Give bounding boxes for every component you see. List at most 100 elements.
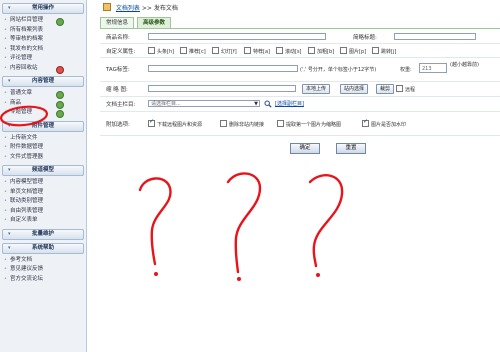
sidebar-item[interactable]: • 自定义表单 [0, 216, 86, 226]
attr-slide[interactable]: 幻灯[f] [212, 47, 237, 55]
remote-option[interactable]: 远程 [396, 85, 415, 93]
sidebar-item[interactable]: • 内容回收站 [0, 64, 86, 74]
sidebar-item[interactable]: • 单页文档管理 [0, 188, 86, 198]
bullet-icon: • [4, 198, 7, 204]
bullet-icon: • [4, 188, 7, 195]
breadcrumb-separator: >> [141, 5, 152, 12]
reset-button[interactable]: 重置 [336, 143, 366, 154]
sidebar-item[interactable]: • 官方交流论坛 [0, 275, 86, 285]
sidebar-item[interactable]: • 专题管理 [0, 108, 86, 118]
sidebar-item[interactable]: • 上传新文件 [0, 134, 86, 144]
sidebar-section-header[interactable]: ▾ 批量维护 [2, 228, 84, 240]
extra-download-remote-checkbox[interactable] [148, 118, 155, 127]
trash-badge-icon[interactable] [56, 65, 64, 74]
attributes-label: 自定义属性: [106, 49, 136, 55]
sidebar-item-label: 评论管理 [10, 55, 33, 61]
sidebar-item[interactable]: • 意见建议反馈 [0, 265, 86, 275]
site-select-button[interactable]: 站内选择 [340, 84, 369, 94]
sidebar-section-title: 系统帮助 [31, 244, 54, 251]
sidebar-item-label: 文件式管理器 [10, 153, 44, 160]
bullet-icon: • [4, 153, 7, 160]
attr-recommend-checkbox[interactable] [180, 47, 187, 54]
sidebar-item[interactable]: • 商品 [0, 99, 86, 109]
thumbnail-input[interactable] [148, 85, 296, 92]
attr-scroll[interactable]: 滚动[s] [276, 47, 302, 55]
sidebar-item-label: 自由列表管理 [10, 207, 44, 214]
attr-image[interactable]: 图片[p] [340, 47, 366, 55]
sidebar-item-label: 单页文档管理 [10, 188, 44, 195]
sidebar-item[interactable]: • 参考文档 [0, 256, 86, 266]
extra-remove-links-checkbox[interactable] [220, 120, 227, 127]
sidebar-item[interactable]: • 所有档案列表 [0, 26, 86, 36]
bullet-icon: • [4, 207, 7, 214]
form-row-tags: TAG标签: (',' 号分开，单个标签小于12字节) 权重: 213 (越小越… [100, 57, 500, 82]
sidebar-item[interactable]: • 等审核的档案 [0, 35, 86, 45]
sidebar-item[interactable]: • 内容模型管理 [0, 178, 86, 188]
form-row-category: 文档主栏目: 请选择栏目... ▼ [选择副栏目] [100, 96, 500, 112]
extra-remove-links-label: 删除非站内链接 [229, 122, 265, 128]
weight-input[interactable]: 213 [419, 63, 447, 73]
dropdown-arrow-icon: ▼ [254, 101, 258, 107]
crop-button[interactable]: 裁剪 [376, 84, 395, 94]
extra-first-image-thumb-checkbox[interactable] [277, 120, 284, 127]
attr-special-checkbox[interactable] [244, 47, 251, 54]
sidebar-item[interactable]: • 文件式管理器 [0, 153, 86, 163]
add-badge-icon[interactable] [56, 110, 64, 118]
form-row-thumbnail: 缩 略 图: 本地上传 站内选择 裁剪 远程 [100, 81, 500, 97]
tab-advanced-params[interactable]: 高级参数 [136, 17, 171, 28]
attr-jump-checkbox[interactable] [372, 47, 379, 54]
remote-checkbox[interactable] [396, 85, 403, 92]
top-bar: 文档列表 >> 发布文档 [87, 0, 500, 14]
attr-headline[interactable]: 头条[h] [148, 47, 174, 55]
attr-bold[interactable]: 加粗[b] [308, 47, 334, 55]
sidebar-section-header[interactable]: ▾ 频道模型 [2, 165, 84, 176]
question-mark-dot-1 [154, 272, 158, 276]
tab-general-info[interactable]: 常规信息 [100, 17, 135, 28]
extra-download-remote[interactable]: 下载远程图片和资源 [148, 118, 202, 128]
attr-image-checkbox[interactable] [340, 47, 347, 54]
breadcrumb-current: 发布文档 [153, 5, 178, 12]
bullet-icon: • [4, 45, 7, 52]
extra-watermark-checkbox[interactable] [362, 118, 369, 127]
sidebar-item[interactable]: • 联动类别管理 [0, 197, 86, 207]
tag-input[interactable] [148, 65, 298, 72]
attr-slide-checkbox[interactable] [212, 47, 219, 54]
attr-jump[interactable]: 跳转[j] [372, 47, 396, 55]
bullet-icon: • [4, 36, 7, 42]
sidebar-item-label: 内容模型管理 [10, 179, 44, 185]
sidebar-section-header[interactable]: ▾ 常用操作 [2, 3, 84, 14]
confirm-button[interactable]: 确定 [290, 143, 320, 154]
sidebar-item[interactable]: • 评论管理 [0, 54, 86, 64]
sidebar-item[interactable]: • 自由列表管理 [0, 207, 86, 217]
breadcrumb-link-doc-list[interactable]: 文档列表 [116, 5, 140, 12]
sidebar-item[interactable]: • 附件数据管理 [0, 143, 86, 153]
extra-first-image-thumb[interactable]: 提取第一个图片为缩略图 [277, 120, 341, 128]
attr-bold-checkbox[interactable] [308, 47, 315, 54]
sidebar-section-header[interactable]: ▾ 附件管理 [2, 120, 84, 132]
select-sub-category-link[interactable]: [选择副栏目] [275, 100, 304, 107]
sidebar-item-label: 网站栏目管理 [10, 17, 44, 23]
attr-headline-checkbox[interactable] [148, 47, 155, 54]
category-select[interactable]: 请选择栏目... ▼ [148, 100, 260, 107]
search-icon[interactable] [264, 100, 272, 108]
sidebar-item[interactable]: • 普通文章 [0, 89, 86, 99]
sidebar-item[interactable]: • 我发布的文档 [0, 45, 86, 55]
collapse-arrow-icon: ▾ [8, 5, 11, 11]
bullet-icon: • [4, 26, 7, 33]
extra-watermark[interactable]: 图片是否加水印 [362, 118, 406, 128]
sidebar-item[interactable]: • 网站栏目管理 [0, 16, 86, 26]
bullet-icon: • [4, 99, 7, 106]
short-title-input[interactable] [394, 33, 476, 40]
sidebar-section-header[interactable]: ▾ 内容管理 [2, 76, 84, 87]
bullet-icon: • [4, 109, 7, 115]
collapse-arrow-icon: ▾ [8, 230, 11, 237]
attr-recommend[interactable]: 推荐[c] [180, 47, 206, 55]
sidebar-section-header[interactable]: ▾ 系统帮助 [2, 242, 84, 254]
title-input[interactable] [148, 33, 326, 40]
extra-remove-links[interactable]: 删除非站内链接 [220, 120, 264, 128]
attr-special[interactable]: 特荐[a] [244, 47, 270, 55]
local-upload-button[interactable]: 本地上传 [302, 84, 331, 94]
attr-scroll-checkbox[interactable] [276, 47, 283, 54]
bullet-icon: • [4, 256, 7, 263]
tab-bar: 常规信息 高级参数 [100, 17, 172, 28]
